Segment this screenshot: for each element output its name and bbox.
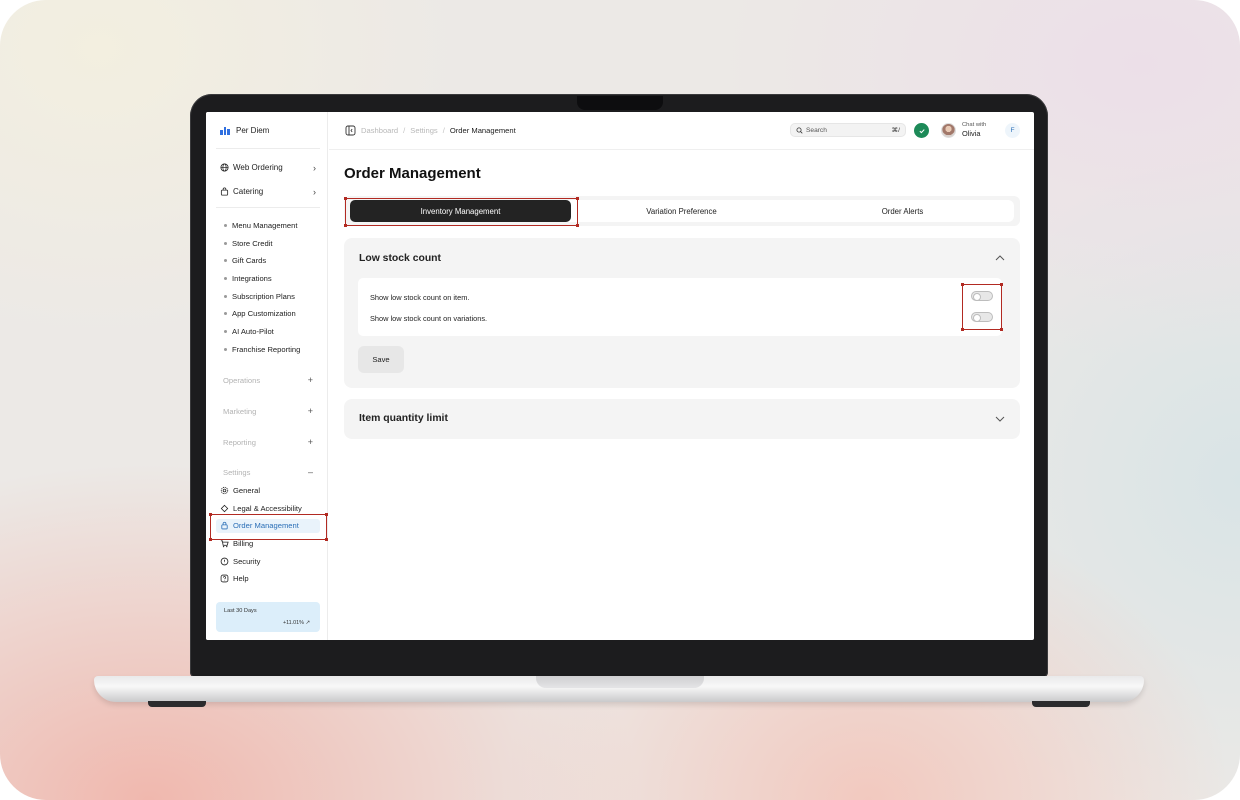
sidebar-item-subscription-plans[interactable]: Subscription Plans: [224, 292, 295, 301]
chevron-right-icon: ›: [313, 186, 316, 197]
quantity-limit-panel[interactable]: Item quantity limit: [344, 399, 1020, 439]
tab-order-alerts[interactable]: Order Alerts: [792, 200, 1013, 222]
breadcrumb-current: Order Management: [449, 126, 516, 135]
breadcrumb: Dashboard / Settings / Order Management: [345, 125, 516, 136]
gear-icon: [220, 486, 229, 495]
collapse-icon: –: [307, 467, 313, 477]
save-button[interactable]: Save: [358, 346, 404, 373]
sidebar-item-app-customization[interactable]: App Customization: [224, 309, 296, 318]
option-label: Show low stock count on variations.: [370, 314, 488, 323]
sidebar-item-gift-cards[interactable]: Gift Cards: [224, 256, 266, 265]
laptop-base-groove: [536, 676, 704, 688]
sidebar: Per Diem Web Ordering › Catering › Menu …: [206, 112, 328, 640]
sidebar-item-catering[interactable]: Catering ›: [220, 186, 316, 197]
chevron-up-icon[interactable]: [994, 252, 1006, 264]
sidebar-item-menu-management[interactable]: Menu Management: [224, 221, 297, 230]
search-shortcut: ⌘/: [891, 127, 900, 134]
help-icon: [220, 574, 229, 583]
sidebar-item-label: Catering: [233, 187, 264, 196]
low-stock-options: Show low stock count on item. Show low s…: [358, 278, 1002, 336]
sidebar-item-help[interactable]: Help: [220, 574, 249, 583]
sidebar-item-general[interactable]: General: [220, 486, 260, 495]
sidebar-section-settings[interactable]: Settings –: [223, 467, 313, 477]
sidebar-toggle-icon[interactable]: [345, 125, 356, 136]
option-label: Show low stock count on item.: [370, 293, 470, 302]
search-input[interactable]: Search ⌘/: [790, 123, 906, 137]
avatar[interactable]: [941, 123, 956, 138]
quantity-limit-title: Item quantity limit: [359, 413, 448, 424]
expand-icon: +: [307, 437, 313, 447]
brand-name: Per Diem: [236, 126, 270, 135]
highlight-box: [344, 197, 579, 227]
stats-value: +11.01% ↗: [282, 620, 310, 626]
tab-variation-preference[interactable]: Variation Preference: [571, 200, 792, 222]
sidebar-item-web-ordering[interactable]: Web Ordering ›: [220, 162, 316, 173]
app-screen: Per Diem Web Ordering › Catering › Menu …: [206, 112, 1034, 640]
sidebar-divider: [216, 148, 320, 149]
brand-logo-icon: [220, 126, 231, 135]
page-title: Order Management: [344, 165, 481, 182]
laptop-foot-right: [1032, 701, 1090, 707]
breadcrumb-dashboard[interactable]: Dashboard: [361, 126, 398, 135]
breadcrumb-settings[interactable]: Settings: [410, 126, 437, 135]
brand[interactable]: Per Diem: [220, 126, 269, 135]
chat-with-assistant[interactable]: Chat with Olivia: [962, 122, 986, 137]
sidebar-item-security[interactable]: Security: [220, 557, 260, 566]
sidebar-item-label: Web Ordering: [233, 163, 283, 172]
scale-icon: [220, 504, 229, 513]
globe-icon: [220, 163, 229, 172]
topbar: Dashboard / Settings / Order Management …: [329, 112, 1034, 150]
expand-icon: +: [307, 406, 313, 416]
stats-title: Last 30 Days: [224, 608, 257, 614]
search-placeholder: Search: [806, 126, 827, 134]
stats-card[interactable]: Last 30 Days +11.01% ↗: [216, 602, 320, 632]
sidebar-section-operations[interactable]: Operations +: [223, 375, 313, 385]
trend-up-icon: ↗: [305, 620, 310, 626]
laptop-foot-left: [148, 701, 206, 707]
highlight-box: [961, 283, 1003, 331]
sidebar-section-reporting[interactable]: Reporting +: [223, 437, 313, 447]
expand-icon: +: [307, 375, 313, 385]
chevron-right-icon: ›: [313, 162, 316, 173]
sidebar-item-franchise-reporting[interactable]: Franchise Reporting: [224, 345, 300, 354]
sidebar-item-ai-auto-pilot[interactable]: AI Auto-Pilot: [224, 327, 274, 336]
chevron-down-icon[interactable]: [994, 413, 1006, 425]
user-avatar[interactable]: F: [1005, 123, 1020, 138]
sidebar-item-integrations[interactable]: Integrations: [224, 274, 272, 283]
sidebar-item-billing[interactable]: Billing: [220, 539, 253, 548]
low-stock-panel: Low stock count Show low stock count on …: [344, 238, 1020, 388]
sidebar-item-store-credit[interactable]: Store Credit: [224, 239, 273, 248]
sidebar-item-legal-accessibility[interactable]: Legal & Accessibility: [220, 504, 302, 513]
sidebar-section-marketing[interactable]: Marketing +: [223, 406, 313, 416]
highlight-box: [209, 513, 328, 541]
low-stock-title[interactable]: Low stock count: [359, 253, 441, 264]
sidebar-divider: [216, 207, 320, 208]
search-icon: [796, 127, 803, 134]
bag-icon: [220, 187, 229, 196]
camera-notch: [577, 96, 663, 110]
cart-icon: [220, 539, 229, 548]
status-check-icon[interactable]: [914, 123, 929, 138]
shield-icon: [220, 557, 229, 566]
